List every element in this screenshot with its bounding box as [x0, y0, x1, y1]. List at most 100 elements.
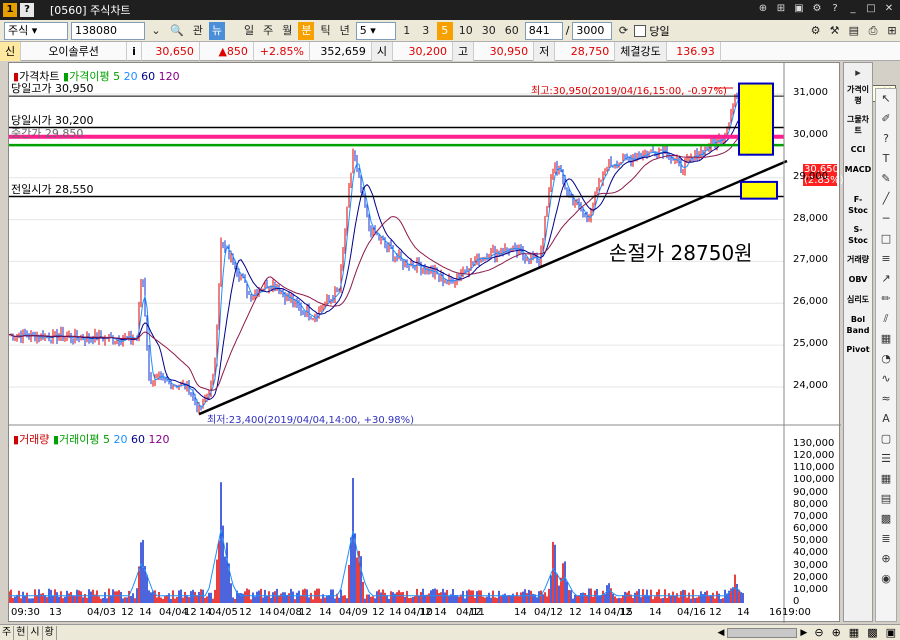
price-tick: 31,000: [793, 87, 828, 98]
toolbar-expand-icon[interactable]: ▸: [844, 63, 872, 83]
maximize-icon[interactable]: □: [864, 2, 878, 16]
indicator-10[interactable]: Pivot: [844, 343, 872, 373]
refresh-icon[interactable]: ⟳: [615, 22, 631, 40]
pen-icon[interactable]: ✎: [876, 169, 896, 189]
search-icon[interactable]: 🔍: [167, 22, 187, 40]
print-icon[interactable]: ▣: [792, 2, 806, 16]
config-icon[interactable]: ⚙: [808, 22, 824, 40]
arrow-icon[interactable]: ↗: [876, 269, 896, 289]
auto-icon[interactable]: A: [876, 409, 896, 429]
list-icon[interactable]: ☰: [876, 449, 896, 469]
save-tool-icon[interactable]: ▤: [876, 489, 896, 509]
pin-icon[interactable]: ⊕: [756, 2, 770, 16]
link-icon[interactable]: ⊞: [774, 2, 788, 16]
time-tick: 12: [619, 607, 632, 618]
gann-icon[interactable]: ◔: [876, 349, 896, 369]
quick-10[interactable]: 10: [456, 22, 476, 40]
bottom-tab-2[interactable]: 현: [14, 625, 29, 640]
volume-tick: 70,000: [793, 510, 828, 522]
tools-icon[interactable]: ⚒: [827, 22, 843, 40]
period-year[interactable]: 년: [337, 22, 353, 40]
period-minute[interactable]: 분: [298, 21, 315, 40]
window-icon[interactable]: ▢: [876, 429, 896, 449]
indicator-1[interactable]: 그물차트: [844, 113, 872, 143]
zoom-icon[interactable]: ⊞: [884, 22, 900, 40]
period-day[interactable]: 일: [241, 22, 257, 40]
zoom-in-icon[interactable]: ⊕: [828, 626, 845, 639]
indicator-3[interactable]: MACD: [844, 163, 872, 193]
code-dropdown-icon[interactable]: ⌄: [148, 22, 164, 40]
quick-5[interactable]: 5: [436, 21, 453, 40]
rect-icon[interactable]: □: [876, 229, 896, 249]
indicator-2[interactable]: CCI: [844, 143, 872, 163]
print-toolbar-icon[interactable]: ⎙: [865, 22, 881, 40]
indicator-5[interactable]: S-Stoc: [844, 223, 872, 253]
info-icon[interactable]: i: [127, 41, 142, 61]
wave2-icon[interactable]: ≈: [876, 389, 896, 409]
period-month[interactable]: 월: [279, 22, 295, 40]
indicator-7[interactable]: OBV: [844, 273, 872, 293]
open-price: 30,200: [393, 41, 454, 61]
hline-icon[interactable]: ─: [876, 209, 896, 229]
quick-30[interactable]: 30: [479, 22, 499, 40]
period-tick[interactable]: 틱: [317, 22, 333, 40]
magnet-icon[interactable]: ◉: [876, 569, 896, 589]
volume-tick: 100,000: [793, 474, 835, 486]
save-icon[interactable]: ▤: [846, 22, 862, 40]
code-input[interactable]: 138080: [71, 21, 145, 40]
close-icon[interactable]: ✕: [882, 2, 896, 16]
price-tick: 27,000: [793, 254, 828, 266]
zoom-tool-icon[interactable]: ⊕: [876, 549, 896, 569]
arrange-icon[interactable]: ≣: [876, 529, 896, 549]
indicator-9[interactable]: Bol Band: [844, 313, 872, 343]
fib-icon[interactable]: ≡: [876, 249, 896, 269]
text-tool-icon[interactable]: T: [876, 149, 896, 169]
chart-area[interactable]: ▮가격차트 ▮가격이평 5 20 60 120 당일고가 30,950 당일시가…: [8, 62, 844, 623]
minimize-icon[interactable]: _: [846, 2, 860, 16]
bottom-tab-4[interactable]: 황: [43, 625, 57, 640]
new-badge: 신: [0, 41, 22, 61]
today-checkbox[interactable]: [634, 24, 647, 37]
chart-icon[interactable]: ▦: [876, 329, 896, 349]
crosshair-icon[interactable]: ✐: [876, 109, 896, 129]
layout-icon[interactable]: ▣: [882, 626, 900, 639]
grid-icon[interactable]: ▩: [863, 626, 881, 639]
indicator-0[interactable]: 가격이평: [844, 83, 872, 113]
bottom-tab-3[interactable]: 시: [28, 625, 43, 640]
nyu-button[interactable]: 뉴: [208, 21, 225, 40]
settings-icon[interactable]: ⚙: [810, 2, 824, 16]
calc-icon[interactable]: ▩: [876, 509, 896, 529]
interval-select[interactable]: 5 ▾: [355, 21, 396, 40]
wave-icon[interactable]: ∿: [876, 369, 896, 389]
hidden-label: 중간가 29,850: [11, 127, 84, 140]
quick-1[interactable]: 1: [399, 22, 415, 40]
gwan-button[interactable]: 관: [190, 22, 206, 40]
market-select[interactable]: 주식 ▾: [4, 21, 68, 40]
count-input[interactable]: 841: [524, 21, 563, 40]
scroll-left-icon[interactable]: ◀: [715, 628, 728, 638]
help-tool-icon[interactable]: ?: [876, 129, 896, 149]
indicator-4[interactable]: F-Stoc: [844, 193, 872, 223]
quick-3[interactable]: 3: [418, 22, 434, 40]
volume-tick: 80,000: [793, 498, 828, 510]
grid-icon[interactable]: ▦: [876, 469, 896, 489]
period-week[interactable]: 주: [260, 22, 276, 40]
bottom-tab-1[interactable]: 주: [0, 625, 15, 640]
time-tick: 04/05: [209, 607, 238, 618]
line-icon[interactable]: ╱: [876, 189, 896, 209]
brush-icon[interactable]: ✏: [876, 289, 896, 309]
scrollbar[interactable]: [727, 627, 798, 638]
zoom-out-icon[interactable]: ⊖: [810, 626, 827, 639]
total-input[interactable]: 3000: [572, 21, 613, 40]
view-icon[interactable]: ▦: [845, 626, 863, 639]
help-icon[interactable]: ?: [20, 3, 34, 17]
toolbar: 주식 ▾ 138080 ⌄ 🔍 관 뉴 일 주 월 분 틱 년 5 ▾ 1 3 …: [0, 20, 900, 42]
indicator-8[interactable]: 심리도: [844, 293, 872, 313]
volume-tick: 30,000: [793, 559, 828, 571]
cursor-icon[interactable]: ↖: [876, 89, 896, 109]
channel-icon[interactable]: ⫽: [876, 309, 896, 329]
help-button-icon[interactable]: ?: [828, 2, 842, 16]
scroll-right-icon[interactable]: ▶: [797, 628, 810, 638]
quick-60[interactable]: 60: [502, 22, 522, 40]
indicator-6[interactable]: 거래량: [844, 253, 872, 273]
